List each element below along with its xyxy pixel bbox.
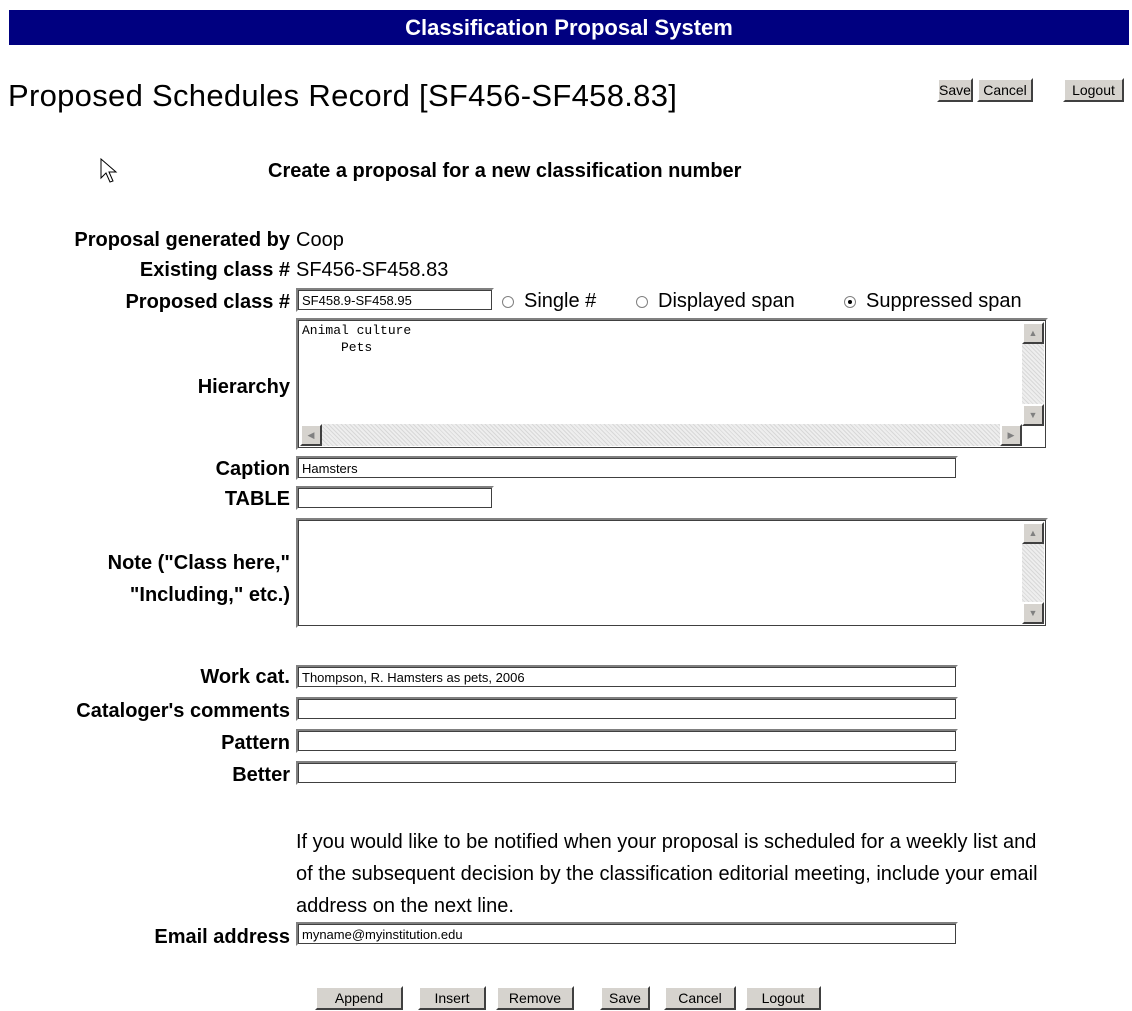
cataloger-comments-input[interactable] <box>296 697 958 721</box>
mouse-pointer-icon <box>100 158 118 183</box>
proposed-class-label: Proposed class # <box>125 291 290 313</box>
note-vertical-scrollbar[interactable]: ▲ ▼ <box>1022 522 1044 624</box>
append-button[interactable]: Append <box>315 986 403 1010</box>
radio-displayed-span[interactable]: Displayed span <box>636 290 795 313</box>
note-label-line2: "Including," etc.) <box>129 584 290 606</box>
existing-class-label: Existing class # <box>139 259 290 281</box>
work-cat-label: Work cat. <box>200 666 290 688</box>
radio-suppressed-span[interactable]: Suppressed span <box>844 290 1022 313</box>
scroll-up-icon[interactable]: ▲ <box>1022 322 1044 344</box>
form-subheading: Create a proposal for a new classificati… <box>268 160 742 182</box>
caption-input[interactable] <box>296 456 958 480</box>
radio-suppressed-span-icon[interactable] <box>844 295 856 308</box>
better-input[interactable] <box>296 761 958 785</box>
page-title: Proposed Schedules Record [SF456-SF458.8… <box>8 78 678 113</box>
pattern-input[interactable] <box>296 729 958 753</box>
better-label: Better <box>232 764 290 786</box>
app-title-banner: Classification Proposal System <box>9 10 1129 45</box>
scroll-down-icon[interactable]: ▼ <box>1022 404 1044 426</box>
radio-suppressed-span-label: Suppressed span <box>866 290 1022 312</box>
radio-single-icon[interactable] <box>502 295 514 308</box>
save-button-bottom[interactable]: Save <box>600 986 650 1010</box>
scroll-down-icon[interactable]: ▼ <box>1022 602 1044 624</box>
hierarchy-vertical-scrollbar[interactable]: ▲ ▼ <box>1022 322 1044 426</box>
note-textarea[interactable]: ▲ ▼ <box>296 518 1048 628</box>
table-input[interactable] <box>296 486 494 510</box>
existing-class-value: SF456-SF458.83 <box>296 259 449 281</box>
remove-button[interactable]: Remove <box>496 986 574 1010</box>
email-input[interactable] <box>296 922 958 946</box>
scroll-up-icon[interactable]: ▲ <box>1022 522 1044 544</box>
hierarchy-textarea[interactable]: Animal culture Pets ▲ ▼ ◀ ▶ <box>296 318 1048 450</box>
save-button-top[interactable]: Save <box>937 78 973 102</box>
hierarchy-horizontal-scrollbar[interactable]: ◀ ▶ <box>300 424 1022 446</box>
radio-single-label: Single # <box>524 290 597 312</box>
email-label: Email address <box>154 926 290 948</box>
hierarchy-text: Animal culture Pets <box>302 323 412 355</box>
generated-by-label: Proposal generated by <box>74 229 290 251</box>
caption-label: Caption <box>215 458 290 480</box>
proposed-class-input[interactable] <box>296 288 494 312</box>
cancel-button-bottom[interactable]: Cancel <box>664 986 736 1010</box>
scroll-right-icon[interactable]: ▶ <box>1000 424 1022 446</box>
table-label: TABLE <box>224 488 290 510</box>
cancel-button-top[interactable]: Cancel <box>977 78 1033 102</box>
pattern-label: Pattern <box>221 732 290 754</box>
note-label-line1: Note ("Class here," <box>107 552 290 574</box>
hierarchy-label: Hierarchy <box>197 376 290 398</box>
generated-by-value: Coop <box>296 229 344 251</box>
insert-button[interactable]: Insert <box>418 986 486 1010</box>
scroll-left-icon[interactable]: ◀ <box>300 424 322 446</box>
notify-instructions: If you would like to be notified when yo… <box>296 831 1038 917</box>
radio-displayed-span-icon[interactable] <box>636 295 648 308</box>
cataloger-comments-label: Cataloger's comments <box>76 700 290 722</box>
logout-button-bottom[interactable]: Logout <box>745 986 821 1010</box>
logout-button-top[interactable]: Logout <box>1063 78 1124 102</box>
radio-displayed-span-label: Displayed span <box>658 290 795 312</box>
work-cat-input[interactable] <box>296 665 958 689</box>
radio-single[interactable]: Single # <box>502 290 596 313</box>
